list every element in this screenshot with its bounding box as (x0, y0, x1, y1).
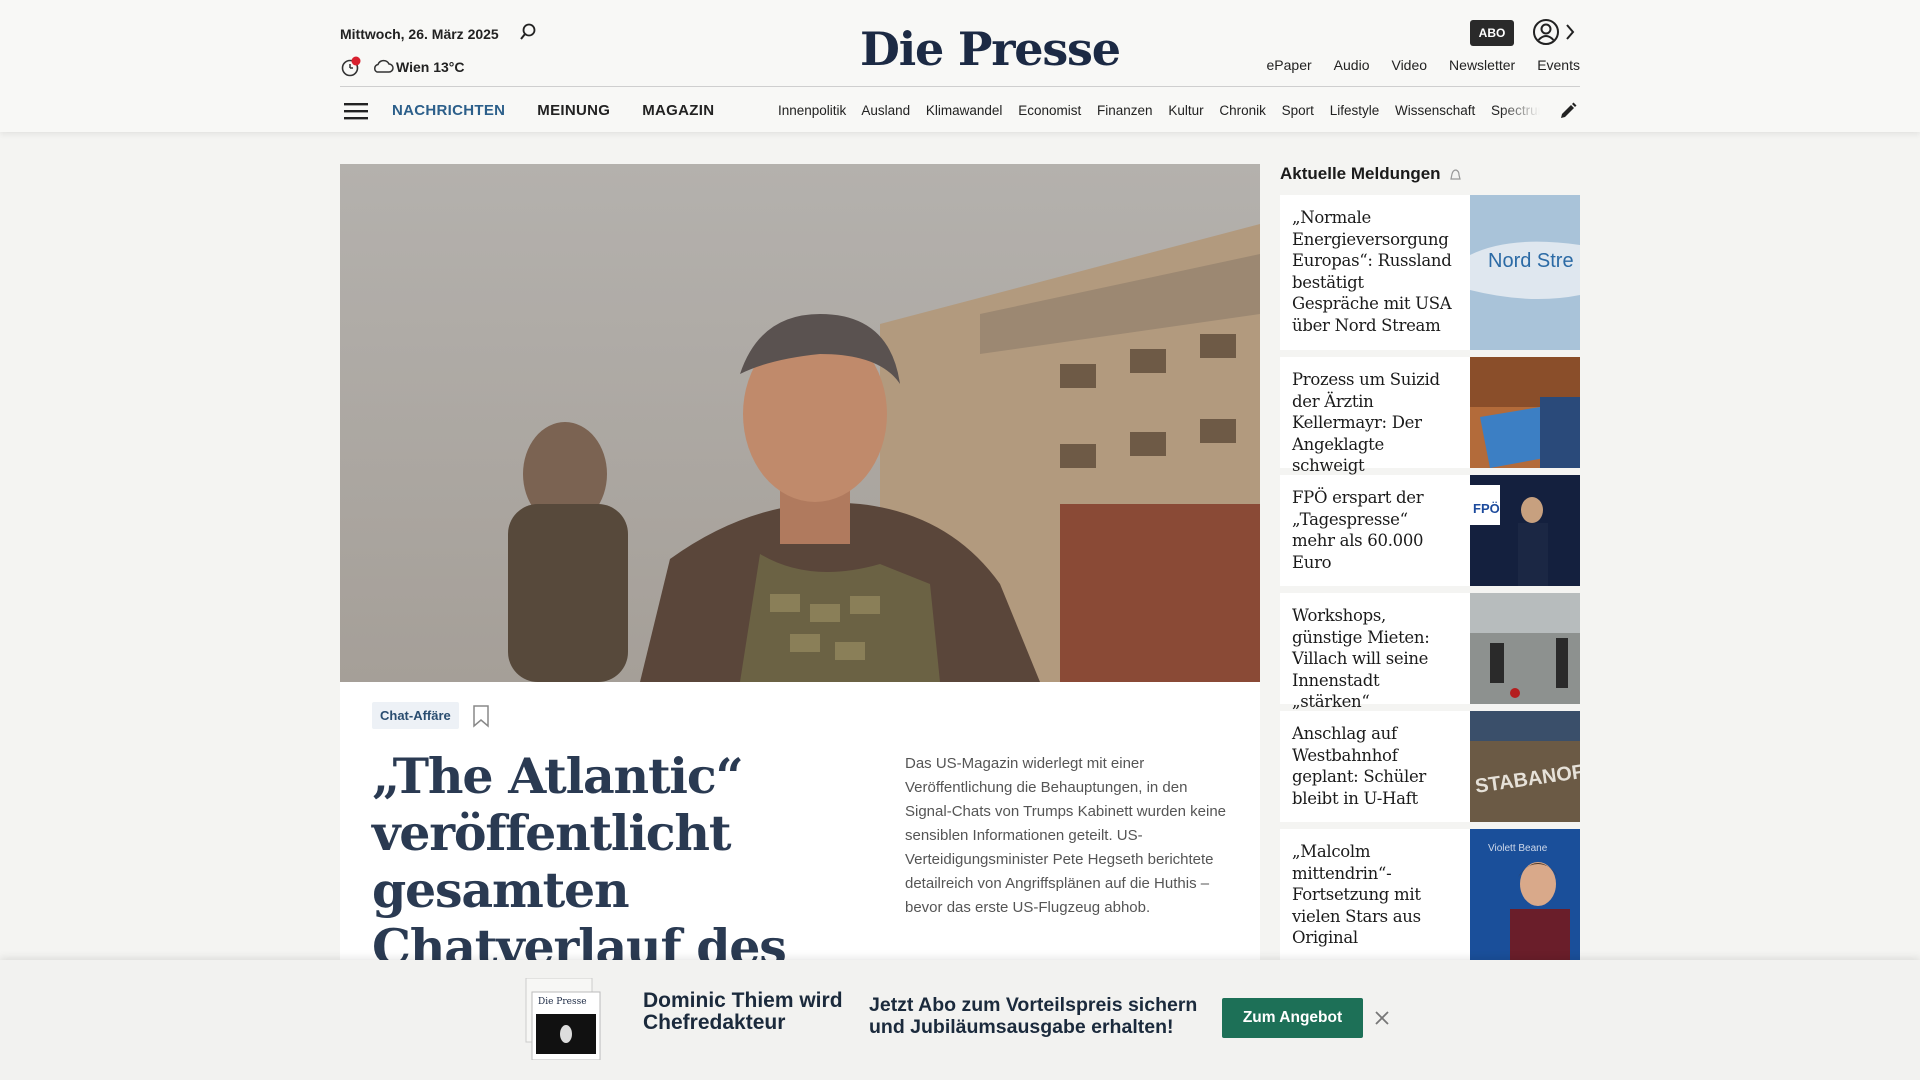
news-item-image[interactable]: FPÖ (1470, 475, 1580, 586)
utility-links: ePaper Audio Video Newsletter Events (1267, 57, 1580, 73)
link-video[interactable]: Video (1391, 57, 1427, 73)
lead-image[interactable] (340, 164, 1260, 682)
promo-headline: Dominic Thiem wird Chefredakteur (643, 989, 843, 1034)
current-date: Mittwoch, 26. März 2025 (340, 26, 499, 42)
section-lifestyle[interactable]: Lifestyle (1330, 103, 1380, 118)
nav-bar: NACHRICHTEN MEINUNG MAGAZIN Innenpolitik… (340, 86, 1580, 132)
section-innenpolitik[interactable]: Innenpolitik (778, 103, 846, 118)
newspaper-thumbnail: Die Presse (525, 978, 601, 1060)
news-item[interactable]: Prozess um Suizid der Ärztin Kellermayr:… (1280, 357, 1580, 475)
cloud-icon (374, 59, 394, 73)
news-item-image[interactable]: Violett Beane (1470, 829, 1580, 964)
section-ausland[interactable]: Ausland (861, 103, 910, 118)
bell-icon[interactable] (1448, 168, 1462, 182)
nav-magazin[interactable]: MAGAZIN (642, 102, 714, 119)
main-nav: NACHRICHTEN MEINUNG MAGAZIN (392, 102, 714, 119)
news-image-text: FPÖ (1473, 501, 1500, 516)
offer-button[interactable]: Zum Angebot (1222, 998, 1363, 1038)
news-item-title[interactable]: Workshops, günstige Mieten: Villach will… (1292, 605, 1452, 713)
news-item-image[interactable] (1470, 357, 1580, 468)
sidebar-title: Aktuelle Meldungen (1280, 164, 1441, 183)
link-newsletter[interactable]: Newsletter (1449, 57, 1515, 73)
top-bar: Mittwoch, 26. März 2025 Wien 13°C Die Pr… (340, 0, 1580, 86)
news-item[interactable]: Anschlag auf Westbahnhof geplant: Schüle… (1280, 711, 1580, 822)
lead-teaser[interactable]: Das US-Magazin widerlegt mit einer Veröf… (905, 752, 1235, 920)
abo-button[interactable]: ABO (1470, 20, 1514, 46)
lead-article[interactable]: Chat-Affäre „The Atlantic“ veröffentlich… (340, 164, 1260, 1033)
link-epaper[interactable]: ePaper (1267, 57, 1312, 73)
section-chronik[interactable]: Chronik (1219, 103, 1266, 118)
subscription-banner: Die Presse Dominic Thiem wird Chefredakt… (0, 960, 1920, 1080)
bookmark-icon[interactable] (472, 704, 490, 728)
thumb-logo: Die Presse (538, 997, 587, 1007)
news-item-title[interactable]: FPÖ erspart der „Tagespresse“ mehr als 6… (1292, 487, 1452, 573)
weather-display[interactable]: Wien 13°C (396, 59, 465, 75)
link-audio[interactable]: Audio (1334, 57, 1370, 73)
promo-text: Jetzt Abo zum Vorteilspreis sichern und … (869, 994, 1198, 1038)
section-kultur[interactable]: Kultur (1168, 103, 1203, 118)
user-account-icon[interactable] (1532, 18, 1560, 46)
news-image-text: Violett Beane (1488, 843, 1548, 854)
chevron-right-icon[interactable] (1564, 22, 1576, 42)
search-icon[interactable] (518, 22, 538, 42)
lead-topic-tag[interactable]: Chat-Affäre (372, 702, 459, 729)
site-header: Mittwoch, 26. März 2025 Wien 13°C Die Pr… (0, 0, 1920, 132)
site-logo[interactable]: Die Presse (860, 22, 1121, 76)
section-wissenschaft[interactable]: Wissenschaft (1395, 103, 1475, 118)
hamburger-menu-icon[interactable] (344, 101, 368, 121)
nav-nachrichten[interactable]: NACHRICHTEN (392, 102, 505, 119)
pencil-icon[interactable] (1558, 101, 1578, 121)
news-item[interactable]: Workshops, günstige Mieten: Villach will… (1280, 593, 1580, 711)
news-item-title[interactable]: Anschlag auf Westbahnhof geplant: Schüle… (1292, 723, 1452, 809)
news-item[interactable]: FPÖ erspart der „Tagespresse“ mehr als 6… (1280, 475, 1580, 586)
notification-clock-icon[interactable] (340, 56, 362, 78)
section-nav: Innenpolitik Ausland Klimawandel Economi… (778, 103, 1540, 118)
news-item-image[interactable]: Nord Stre (1470, 195, 1580, 350)
news-item-title[interactable]: „Normale Energieversorgung Europas“: Rus… (1292, 207, 1452, 336)
news-item[interactable]: „Normale Energieversorgung Europas“: Rus… (1280, 195, 1580, 350)
news-item-image[interactable] (1470, 593, 1580, 704)
close-icon[interactable] (1374, 1010, 1390, 1026)
nav-meinung[interactable]: MEINUNG (537, 102, 610, 119)
link-events[interactable]: Events (1537, 57, 1580, 73)
news-image-text: Nord Stre (1488, 250, 1574, 272)
nav-fade (1500, 99, 1540, 123)
news-item-title[interactable]: „Malcolm mittendrin“-Fortsetzung mit vie… (1292, 841, 1452, 949)
section-economist[interactable]: Economist (1018, 103, 1081, 118)
news-item[interactable]: „Malcolm mittendrin“-Fortsetzung mit vie… (1280, 829, 1580, 964)
news-item-title[interactable]: Prozess um Suizid der Ärztin Kellermayr:… (1292, 369, 1452, 477)
section-klimawandel[interactable]: Klimawandel (926, 103, 1003, 118)
news-item-image[interactable]: STABANOF (1470, 711, 1580, 822)
section-finanzen[interactable]: Finanzen (1097, 103, 1153, 118)
section-sport[interactable]: Sport (1282, 103, 1314, 118)
